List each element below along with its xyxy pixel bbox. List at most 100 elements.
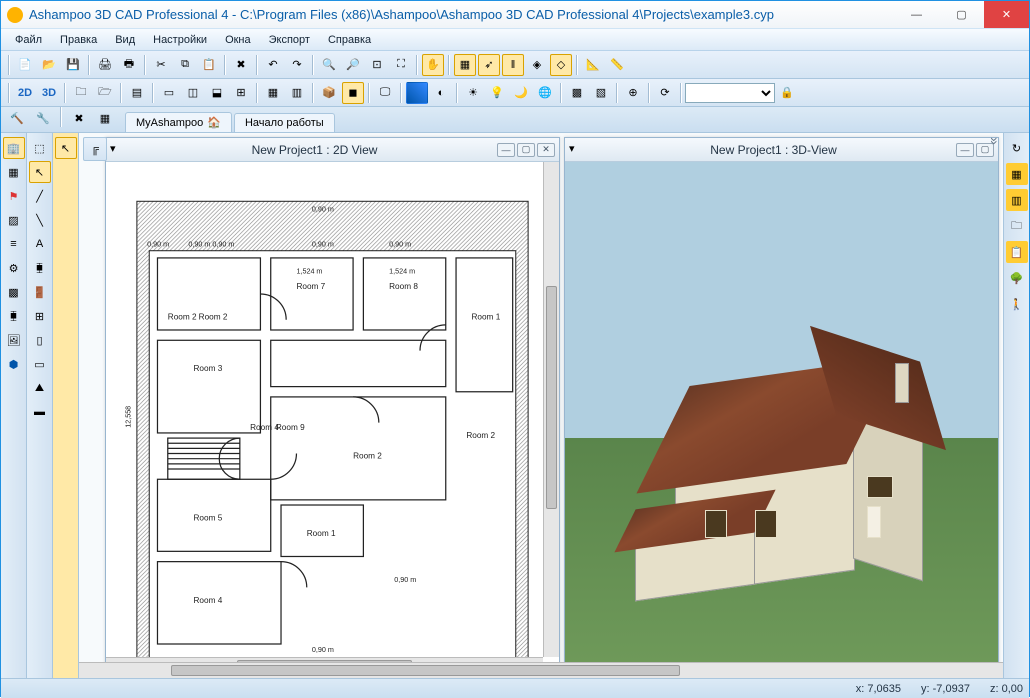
minimize-button[interactable]: — [894, 1, 939, 28]
dock-catalog2-icon[interactable]: ▥ [1006, 189, 1028, 211]
open-file-icon[interactable]: 📂 [38, 54, 60, 76]
snap-icon[interactable]: ◈ [526, 54, 548, 76]
dock-clipboard-icon[interactable]: 📋 [1006, 241, 1028, 263]
floor-icon[interactable]: ⬚ [29, 137, 51, 159]
tab-start[interactable]: Начало работы [234, 113, 335, 132]
line2-icon[interactable]: ╲ [29, 209, 51, 231]
panel-2d-max-button[interactable]: ▢ [517, 143, 535, 157]
close-tab-icon[interactable]: ✖ [68, 107, 90, 129]
column-icon[interactable]: ▯ [29, 329, 51, 351]
wall-icon[interactable]: ⧯ [29, 257, 51, 279]
arrow-tool-icon[interactable]: ↖ [55, 137, 77, 159]
dock-folder-icon[interactable]: 🗀 [1006, 215, 1028, 237]
image-icon[interactable]: 🖼 [3, 329, 25, 351]
measure-icon[interactable]: 📐 [582, 54, 604, 76]
maximize-button[interactable]: ▢ [939, 1, 984, 28]
close-button[interactable]: ✕ [984, 1, 1029, 28]
panel-3d-min-button[interactable]: — [956, 143, 974, 157]
window-icon[interactable]: ⊞ [29, 305, 51, 327]
scrollbar-v-2d[interactable] [543, 162, 559, 657]
material-icon[interactable]: ▩ [566, 82, 588, 104]
menu-help[interactable]: Справка [320, 32, 379, 48]
polygon-icon[interactable]: ⬢ [3, 353, 25, 375]
window-hsplit-icon[interactable]: ⬓ [206, 82, 228, 104]
print-icon[interactable]: 🖨 [94, 54, 116, 76]
pan-icon[interactable]: ✋ [422, 54, 444, 76]
save-icon[interactable]: 💾 [62, 54, 84, 76]
panel-3d-menu-icon[interactable]: ▾ [569, 142, 585, 158]
panel-2d-body[interactable]: Room 2 Room 2 Room 7 Room 8 Room 1 Room … [106, 162, 559, 673]
grid-tool-icon[interactable]: ▦ [3, 161, 25, 183]
line-icon[interactable]: ╱ [29, 185, 51, 207]
door-icon[interactable]: 🚪 [29, 281, 51, 303]
sun-icon[interactable]: ☀ [462, 82, 484, 104]
zoom-fit-icon[interactable]: ⛶ [390, 54, 412, 76]
box-icon[interactable]: 📦 [318, 82, 340, 104]
print-preview-icon[interactable]: 🖶 [118, 54, 140, 76]
dock-tree-icon[interactable]: 🌳 [1006, 267, 1028, 289]
menu-export[interactable]: Экспорт [261, 32, 318, 48]
delete-icon[interactable]: ✖ [230, 54, 252, 76]
new-tab-icon[interactable]: ▦ [94, 107, 116, 129]
wrench-icon[interactable]: 🔧 [32, 107, 54, 129]
chevron-right-icon[interactable]: » [995, 137, 1003, 145]
hammer-icon[interactable]: 🔨 [6, 107, 28, 129]
folder-blue-icon[interactable]: 🗁 [94, 82, 116, 104]
refresh-icon[interactable]: ⟳ [654, 82, 676, 104]
moon-icon[interactable]: 🌙 [510, 82, 532, 104]
texture-icon[interactable]: ▧ [590, 82, 612, 104]
float-tool-icon[interactable]: ╔ [84, 138, 106, 160]
grid-icon[interactable]: ▦ [454, 54, 476, 76]
beam-icon[interactable]: ▭ [29, 353, 51, 375]
cursor-icon[interactable]: ➶ [478, 54, 500, 76]
copy-icon[interactable]: ⧉ [174, 54, 196, 76]
layout-grid-icon[interactable]: ▤ [126, 82, 148, 104]
menu-edit[interactable]: Правка [52, 32, 105, 48]
dock-catalog-icon[interactable]: ▦ [1006, 163, 1028, 185]
window-single-icon[interactable]: ▭ [158, 82, 180, 104]
dock-person-icon[interactable]: 🚶 [1006, 293, 1028, 315]
folder-yellow-icon[interactable]: 🗀 [70, 82, 92, 104]
tab-myashampoo[interactable]: MyAshampoo 🏠 [125, 112, 232, 132]
building-icon[interactable]: 🏢 [3, 137, 25, 159]
compass-icon[interactable]: ⊕ [622, 82, 644, 104]
redo-icon[interactable]: ↷ [286, 54, 308, 76]
screen-icon[interactable]: 🖵 [374, 82, 396, 104]
paste-icon[interactable]: 📋 [198, 54, 220, 76]
light-icon[interactable]: 💡 [486, 82, 508, 104]
hatch-icon[interactable]: ▨ [3, 209, 25, 231]
workspace-scrollbar-h[interactable] [79, 662, 1003, 678]
zoom-out-icon[interactable]: 🔎 [342, 54, 364, 76]
snap-angle-icon[interactable]: ◇ [550, 54, 572, 76]
undo-icon[interactable]: ↶ [262, 54, 284, 76]
menu-file[interactable]: Файл [7, 32, 50, 48]
floorplan-svg[interactable]: Room 2 Room 2 Room 7 Room 8 Room 1 Room … [106, 162, 559, 673]
zoom-window-icon[interactable]: ⊡ [366, 54, 388, 76]
gear-icon[interactable]: ⚙ [3, 257, 25, 279]
cut-icon[interactable]: ✂ [150, 54, 172, 76]
zoom-in-icon[interactable]: 🔍 [318, 54, 340, 76]
panel-3d-body[interactable] [565, 162, 998, 673]
lock-icon[interactable]: 🔒 [776, 82, 798, 104]
text-icon[interactable]: A [29, 233, 51, 255]
layer2-icon[interactable]: ▥ [286, 82, 308, 104]
guides-icon[interactable]: ‖ [502, 54, 524, 76]
shade-icon[interactable]: ◐ [430, 82, 452, 104]
render-icon[interactable]: ◼ [342, 82, 364, 104]
layer-icon[interactable]: ▦ [262, 82, 284, 104]
slab-icon[interactable]: ▬ [29, 401, 51, 423]
layer-select[interactable] [685, 83, 775, 103]
panel-2d-close-button[interactable]: ✕ [537, 143, 555, 157]
texture-tool-icon[interactable]: ▩ [3, 281, 25, 303]
panel-2d-min-button[interactable]: — [497, 143, 515, 157]
roof-icon[interactable]: ⛰ [29, 377, 51, 399]
view-2d-button[interactable]: 2D [14, 82, 36, 104]
flag-red-icon[interactable]: ⚑ [3, 185, 25, 207]
fence-icon[interactable]: ⧯ [3, 305, 25, 327]
stairs-icon[interactable]: ≡ [3, 233, 25, 255]
view-3d-button[interactable]: 3D [38, 82, 60, 104]
color-icon[interactable] [406, 82, 428, 104]
ruler-icon[interactable]: 📏 [606, 54, 628, 76]
select-icon[interactable]: ↖ [29, 161, 51, 183]
menu-view[interactable]: Вид [107, 32, 143, 48]
